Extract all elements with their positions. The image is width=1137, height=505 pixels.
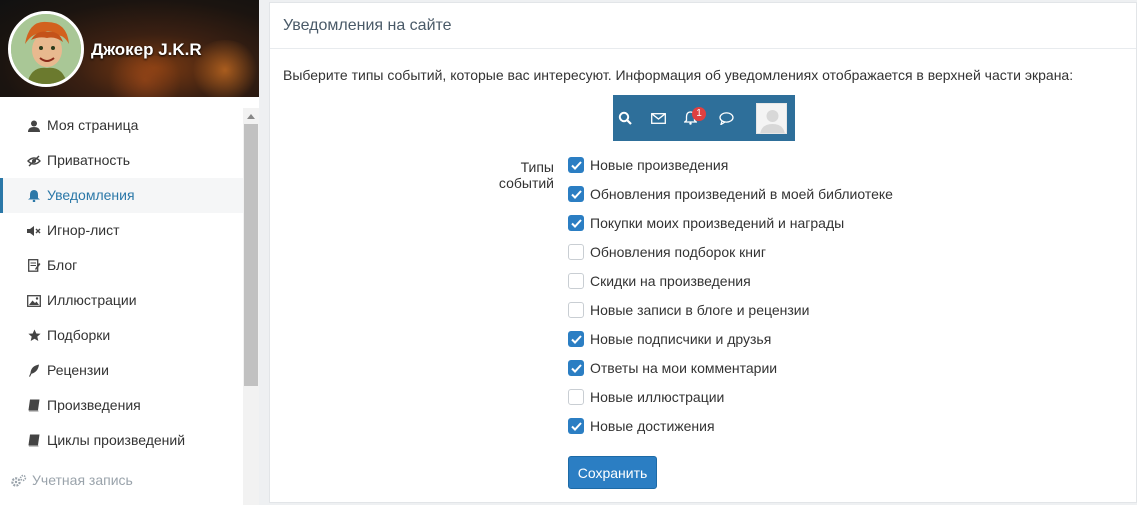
header-preview: 1 [613,95,795,141]
volume-off-icon [27,213,41,248]
event-types-label: Типы событий [498,159,554,191]
sidebar: Джокер J.K.R Моя страница Приватность Ув… [0,0,259,505]
option-collection-updates[interactable]: Обновления подборок книг [568,244,893,273]
sidebar-account-section[interactable]: Учетная запись [0,463,243,498]
checkbox[interactable] [568,331,584,347]
book-icon [27,423,41,458]
sidebar-item-ignore-list[interactable]: Игнор-лист [0,213,243,248]
checkbox[interactable] [568,389,584,405]
sidebar-menu: Моя страница Приватность Уведомления Игн… [0,108,243,458]
feather-icon [27,353,41,388]
profile-name[interactable]: Джокер J.K.R [91,40,202,60]
scroll-up-arrow-icon[interactable] [243,108,259,124]
bell-icon [27,178,41,213]
panel-title: Уведомления на сайте [270,3,1136,49]
notifications-panel: Уведомления на сайте Выберите типы событ… [269,2,1137,503]
sidebar-item-label: Подборки [47,327,111,343]
checkbox[interactable] [568,186,584,202]
option-label: Новые достижения [590,418,715,434]
sidebar-item-series[interactable]: Циклы произведений [0,423,243,458]
sidebar-item-label: Моя страница [47,117,139,133]
option-label: Обновления произведений в моей библиотек… [590,186,893,202]
sidebar-item-label: Уведомления [47,187,135,203]
option-label: Ответы на мои комментарии [590,360,778,376]
save-button[interactable]: Сохранить [568,456,657,489]
sidebar-item-privacy[interactable]: Приватность [0,143,243,178]
sidebar-item-illustrations[interactable]: Иллюстрации [0,283,243,318]
sidebar-item-label: Блог [47,257,78,273]
option-new-works[interactable]: Новые произведения [568,157,893,186]
option-label: Новые подписчики и друзья [590,331,772,347]
checkbox[interactable] [568,244,584,260]
sidebar-item-label: Циклы произведений [47,432,186,448]
sidebar-item-label: Произведения [47,397,141,413]
account-label: Учетная запись [32,472,133,488]
option-label: Новые записи в блоге и рецензии [590,302,810,318]
option-new-illustrations[interactable]: Новые иллюстрации [568,389,893,418]
sidebar-item-label: Приватность [47,152,131,168]
checkbox[interactable] [568,157,584,173]
sidebar-item-collections[interactable]: Подборки [0,318,243,353]
sidebar-item-my-page[interactable]: Моя страница [0,108,243,143]
option-label: Новые иллюстрации [590,389,725,405]
sidebar-item-blog[interactable]: Блог [0,248,243,283]
search-icon [615,95,635,141]
notification-count-badge: 1 [692,107,706,121]
checkbox[interactable] [568,215,584,231]
envelope-icon [648,95,668,141]
sidebar-item-label: Игнор-лист [47,222,120,238]
checkbox[interactable] [568,302,584,318]
option-discounts[interactable]: Скидки на произведения [568,273,893,302]
avatar[interactable] [8,11,84,87]
scrollbar-thumb[interactable] [244,124,258,386]
checkbox[interactable] [568,273,584,289]
profile-header: Джокер J.K.R [0,0,259,97]
checkbox[interactable] [568,360,584,376]
eye-slash-icon [27,143,41,178]
checkbox[interactable] [568,418,584,434]
comment-icon [716,95,736,141]
star-icon [27,318,41,353]
event-types-list: Новые произведения Обновления произведен… [568,157,893,447]
book-icon [27,388,41,423]
sidebar-item-label: Иллюстрации [47,292,137,308]
sidebar-item-works[interactable]: Произведения [0,388,243,423]
sidebar-item-label: Рецензии [47,362,109,378]
option-comment-replies[interactable]: Ответы на мои комментарии [568,360,893,389]
user-icon [27,108,41,143]
option-label: Скидки на произведения [590,273,751,289]
sidebar-item-notifications[interactable]: Уведомления [0,178,243,213]
option-label: Покупки моих произведений и награды [590,215,845,231]
option-label: Новые произведения [590,157,729,173]
option-new-achievements[interactable]: Новые достижения [568,418,893,447]
image-icon [27,283,41,318]
edit-note-icon [27,248,41,283]
option-followers-friends[interactable]: Новые подписчики и друзья [568,331,893,360]
option-purchases-awards[interactable]: Покупки моих произведений и награды [568,215,893,244]
option-blog-reviews[interactable]: Новые записи в блоге и рецензии [568,302,893,331]
option-library-updates[interactable]: Обновления произведений в моей библиотек… [568,186,893,215]
avatar-placeholder [756,103,787,134]
intro-text: Выберите типы событий, которые вас интер… [283,67,1074,83]
gears-icon [11,463,27,498]
option-label: Обновления подборок книг [590,244,766,260]
sidebar-item-reviews[interactable]: Рецензии [0,353,243,388]
